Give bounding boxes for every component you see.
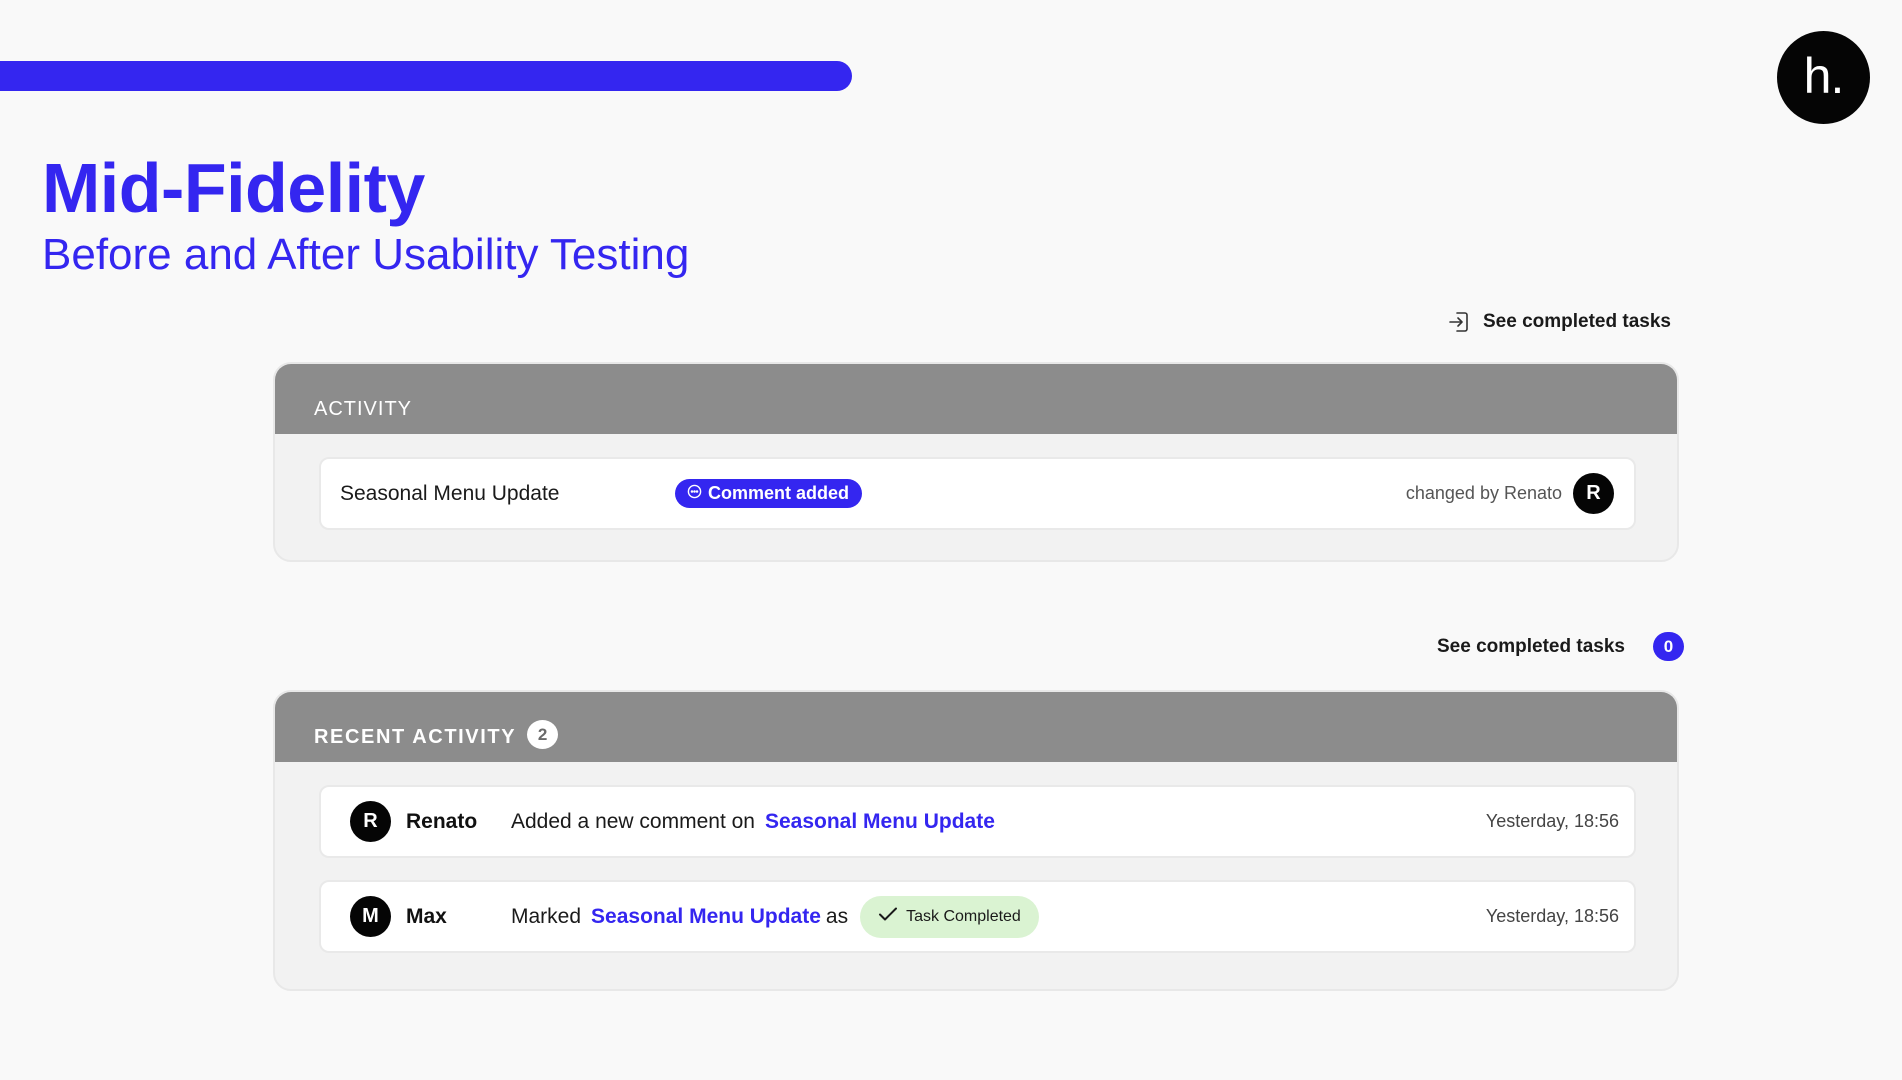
activity-message: Marked Seasonal Menu Update as Task Comp… bbox=[511, 895, 1039, 938]
task-link[interactable]: Seasonal Menu Update bbox=[591, 905, 821, 929]
brand-logo: h. bbox=[1777, 31, 1870, 124]
page-title: Mid-Fidelity bbox=[42, 149, 425, 227]
activity-text: Marked bbox=[511, 904, 582, 928]
check-icon bbox=[878, 906, 898, 927]
user-name: Max bbox=[406, 904, 447, 928]
activity-card-header: ACTIVITY bbox=[275, 364, 1677, 434]
comment-added-badge: Comment added bbox=[675, 479, 863, 508]
activity-message: Added a new comment on Seasonal Menu Upd… bbox=[511, 810, 995, 834]
see-completed-tasks-link-after[interactable]: See completed tasks 0 bbox=[1437, 632, 1684, 661]
exit-arrow-icon bbox=[1447, 310, 1471, 334]
recent-activity-card-header: RECENT ACTIVITY 2 bbox=[275, 692, 1677, 762]
see-completed-tasks-link-before[interactable]: See completed tasks bbox=[1447, 310, 1671, 334]
avatar: R bbox=[1573, 473, 1614, 514]
user-name: Renato bbox=[406, 809, 478, 833]
activity-list-item[interactable]: R Renato Added a new comment on Seasonal… bbox=[319, 785, 1636, 858]
timestamp: Yesterday, 18:56 bbox=[1485, 906, 1619, 926]
recent-activity-card-title: RECENT ACTIVITY bbox=[314, 726, 517, 748]
task-link[interactable]: Seasonal Menu Update bbox=[765, 810, 995, 834]
activity-card-title: ACTIVITY bbox=[314, 398, 413, 420]
timestamp: Yesterday, 18:56 bbox=[1485, 811, 1619, 831]
activity-card: ACTIVITY Seasonal Menu Update Comment ad… bbox=[273, 362, 1679, 562]
avatar: M bbox=[350, 896, 391, 937]
avatar: R bbox=[350, 801, 391, 842]
completed-count-badge: 0 bbox=[1652, 632, 1684, 661]
comment-icon bbox=[687, 483, 702, 504]
activity-text-suffix: as bbox=[825, 904, 849, 928]
accent-bar bbox=[0, 61, 852, 91]
activity-row[interactable]: Seasonal Menu Update Comment added chang… bbox=[319, 457, 1636, 530]
activity-text: Added a new comment on bbox=[511, 809, 755, 833]
task-completed-label: Task Completed bbox=[906, 907, 1021, 925]
recent-activity-count-badge: 2 bbox=[527, 720, 559, 749]
comment-added-label: Comment added bbox=[708, 483, 850, 503]
activity-row-title: Seasonal Menu Update bbox=[340, 481, 560, 505]
page-subtitle: Before and After Usability Testing bbox=[42, 230, 690, 279]
see-completed-tasks-label: See completed tasks bbox=[1483, 311, 1671, 332]
logo-text: h. bbox=[1803, 47, 1845, 104]
activity-list-item[interactable]: M Max Marked Seasonal Menu Update as Tas… bbox=[319, 880, 1636, 953]
see-completed-tasks-label: See completed tasks bbox=[1437, 635, 1625, 657]
task-completed-badge: Task Completed bbox=[860, 895, 1039, 938]
changed-by-text: changed by Renato bbox=[1405, 483, 1562, 503]
recent-activity-card: RECENT ACTIVITY 2 R Renato Added a new c… bbox=[273, 690, 1679, 991]
